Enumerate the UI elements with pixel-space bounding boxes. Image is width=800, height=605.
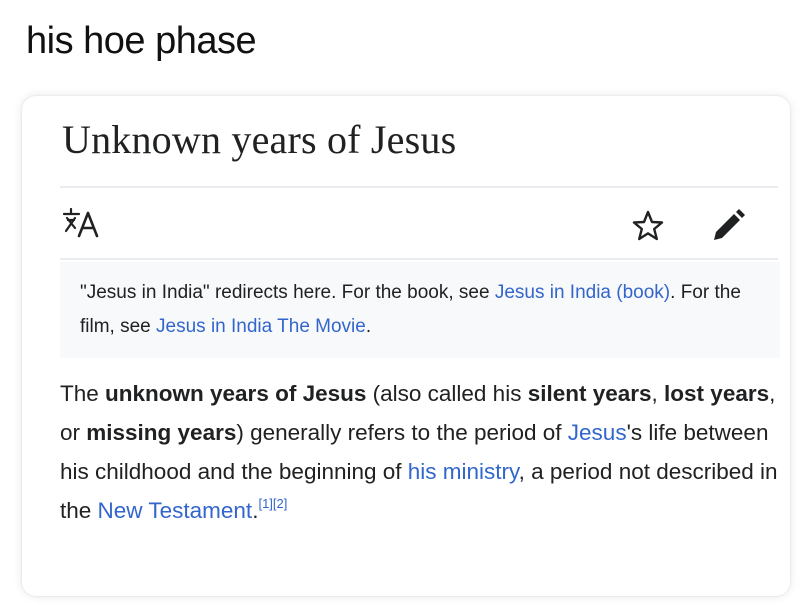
toolbar-divider bbox=[60, 258, 778, 260]
hatnote-text-3: . bbox=[365, 316, 372, 337]
link-ministry[interactable]: his ministry bbox=[408, 459, 519, 484]
hatnote-text-1: "Jesus in India" redirects here. For the… bbox=[80, 282, 495, 303]
reference-2[interactable]: [2] bbox=[273, 496, 287, 511]
page-actions-toolbar bbox=[60, 204, 778, 248]
link-new-testament[interactable]: New Testament bbox=[98, 498, 253, 523]
translate-icon[interactable] bbox=[62, 206, 102, 240]
article-lead-paragraph: The unknown years of Jesus (also called … bbox=[60, 374, 778, 530]
hatnote: "Jesus in India" redirects here. For the… bbox=[80, 276, 770, 344]
hatnote-link-book[interactable]: Jesus in India (book) bbox=[495, 282, 670, 303]
star-outline-icon[interactable] bbox=[632, 210, 664, 242]
page-title: Unknown years of Jesus bbox=[62, 117, 457, 162]
lead-text: (also called his bbox=[366, 381, 528, 406]
lead-bold-term: silent years bbox=[527, 381, 652, 406]
lead-bold-term: unknown years of Jesus bbox=[105, 381, 367, 406]
lead-bold-term: lost years bbox=[664, 381, 770, 406]
reference-1[interactable]: [1] bbox=[258, 496, 272, 511]
lead-bold-term: missing years bbox=[86, 420, 237, 445]
lead-text: , bbox=[651, 381, 665, 406]
article-card: Unknown years of Jesus "Jesus in India" … bbox=[22, 96, 790, 596]
title-divider bbox=[60, 186, 778, 188]
pencil-icon[interactable] bbox=[710, 208, 746, 244]
translate-icon-graphic bbox=[62, 207, 99, 238]
edit-pencil-graphic bbox=[714, 209, 745, 240]
link-jesus[interactable]: Jesus bbox=[568, 420, 627, 445]
meme-caption: his hoe phase bbox=[26, 20, 257, 62]
lead-text: The bbox=[60, 381, 106, 406]
hatnote-link-movie[interactable]: Jesus in India The Movie bbox=[156, 316, 366, 337]
watch-star-graphic bbox=[632, 210, 664, 241]
lead-text: ) generally refers to the period of bbox=[236, 420, 568, 445]
